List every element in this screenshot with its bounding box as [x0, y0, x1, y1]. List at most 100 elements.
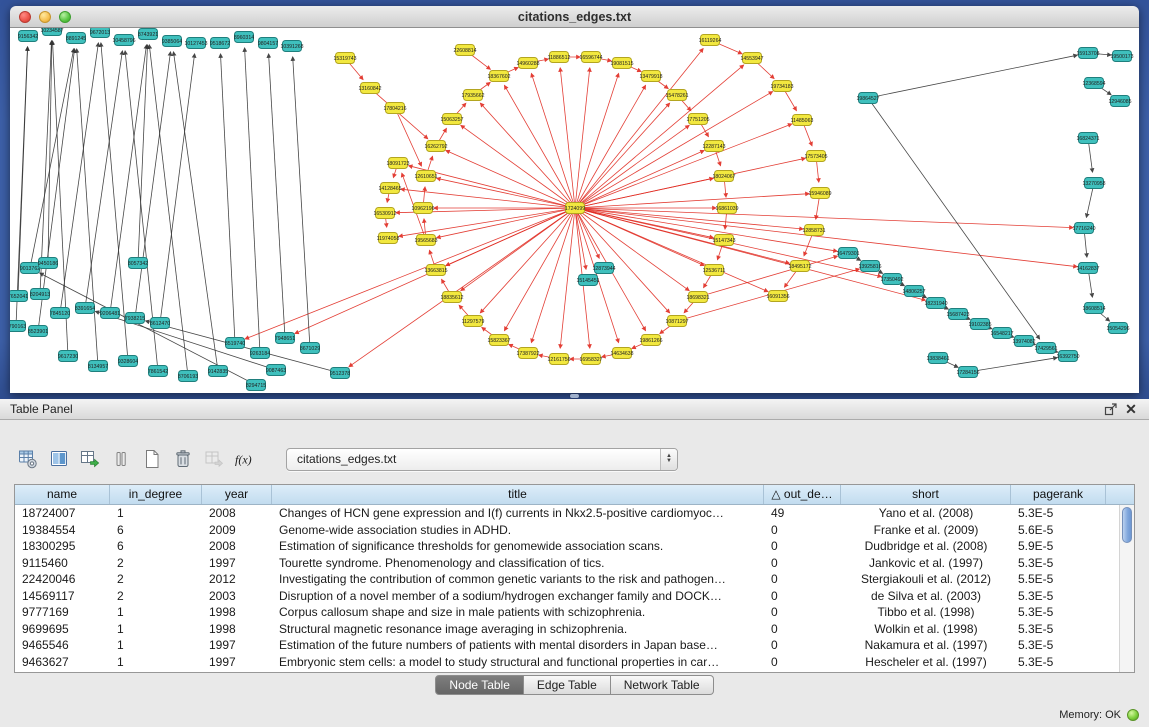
graph-node[interactable]: 12946085: [1108, 96, 1131, 107]
graph-node[interactable]: 18495172: [788, 261, 811, 272]
graph-node[interactable]: 19500173: [1110, 51, 1133, 62]
graph-node[interactable]: 19081515: [610, 58, 633, 69]
graph-node[interactable]: 9512378: [330, 368, 350, 379]
graph-node[interactable]: 13974082: [1012, 336, 1035, 347]
graph-node[interactable]: 17716240: [1072, 223, 1095, 234]
graph-node[interactable]: 18608514: [1082, 303, 1105, 314]
tab-edge-table[interactable]: Edge Table: [524, 675, 611, 695]
graph-node[interactable]: 9156342: [18, 31, 38, 42]
table-row[interactable]: 911546021997Tourette syndrome. Phenomeno…: [15, 555, 1119, 572]
table-row[interactable]: 2242004622012Investigating the contribut…: [15, 571, 1119, 588]
graph-node[interactable]: 15319743: [333, 53, 356, 64]
graph-node[interactable]: 8294715: [246, 380, 266, 391]
graph-node[interactable]: 7938215: [125, 313, 145, 324]
graph-node[interactable]: 17935662: [461, 90, 484, 101]
graph-node[interactable]: 10391268: [280, 41, 303, 52]
graph-node[interactable]: 10871297: [665, 316, 688, 327]
graph-node[interactable]: 9804157: [258, 38, 278, 49]
network-view-window[interactable]: citations_edges.txt 1724099 16861039 151…: [10, 6, 1139, 393]
graph-node[interactable]: 8057342: [128, 258, 148, 269]
table-row[interactable]: 1830029562008Estimation of significance …: [15, 538, 1119, 555]
graph-node[interactable]: 18367602: [487, 71, 510, 82]
column-header-pagerank[interactable]: pagerank: [1011, 485, 1106, 504]
graph-node[interactable]: 16479301: [836, 248, 859, 259]
graph-node[interactable]: 16119264: [699, 35, 722, 46]
graph-node[interactable]: 11886512: [548, 52, 571, 63]
graph-node[interactable]: 9263184: [250, 348, 270, 359]
graph-node[interactable]: 12610651: [414, 171, 437, 182]
graph-node[interactable]: 16091356: [766, 291, 789, 302]
graph-node[interactable]: 8391654: [75, 303, 95, 314]
combo-stepper-icon[interactable]: ▲▼: [660, 449, 677, 470]
graph-node[interactable]: 16530912: [373, 208, 396, 219]
minimize-window-button[interactable]: [39, 11, 51, 23]
close-panel-icon[interactable]: ✕: [1121, 400, 1141, 418]
show-columns-icon[interactable]: [47, 447, 71, 471]
graph-node[interactable]: 18091723: [386, 158, 409, 169]
window-titlebar[interactable]: citations_edges.txt: [10, 6, 1139, 28]
table-row[interactable]: 1872400712008Changes of HCN gene express…: [15, 505, 1119, 522]
graph-node[interactable]: 13838461: [926, 353, 949, 364]
graph-node[interactable]: 11974058: [377, 233, 400, 244]
graph-node[interactable]: 12287143: [702, 141, 725, 152]
graph-node[interactable]: 12536711: [703, 265, 726, 276]
graph-node[interactable]: 14162837: [1076, 263, 1099, 274]
graph-node[interactable]: 7652041: [10, 291, 28, 302]
graph-node[interactable]: 15145451: [576, 275, 599, 286]
graph-node[interactable]: 7948651: [275, 333, 295, 344]
tab-node-table[interactable]: Node Table: [435, 675, 524, 695]
graph-node[interactable]: 1724099: [565, 203, 585, 214]
column-header-short[interactable]: short: [841, 485, 1011, 504]
graph-node[interactable]: 8891245: [66, 33, 86, 44]
graph-node[interactable]: 14128465: [378, 183, 401, 194]
graph-node[interactable]: 15478261: [665, 90, 688, 101]
table-row[interactable]: 946362711997Embryonic stem cells: a mode…: [15, 654, 1119, 671]
graph-node[interactable]: 17751205: [686, 114, 709, 125]
graph-node[interactable]: 18024067: [712, 171, 735, 182]
network-canvas[interactable]: 1724099 16861039 15147343 12536711 18698…: [10, 28, 1139, 393]
pane-divider-handle[interactable]: [570, 394, 579, 398]
graph-node[interactable]: 19861266: [639, 335, 662, 346]
graph-node[interactable]: 9087463: [266, 365, 286, 376]
graph-node[interactable]: 15823367: [487, 335, 510, 346]
graph-node[interactable]: 9617230: [58, 351, 78, 362]
float-panel-icon[interactable]: [1101, 400, 1121, 418]
graph-node[interactable]: 12873944: [592, 263, 615, 274]
graph-node[interactable]: 14553947: [740, 53, 763, 64]
graph-node[interactable]: 8523901: [28, 326, 48, 337]
column-header-out_degree[interactable]: △ out_de…: [764, 485, 841, 504]
graph-node[interactable]: 8612470: [150, 318, 170, 329]
close-window-button[interactable]: [19, 11, 31, 23]
graph-node[interactable]: 16392750: [1056, 351, 1079, 362]
graph-node[interactable]: 9328604: [118, 356, 138, 367]
graph-node[interactable]: 12368594: [1082, 78, 1105, 89]
graph-node[interactable]: 9142835: [208, 366, 228, 377]
create-column-icon[interactable]: [140, 447, 164, 471]
graph-node[interactable]: 17804216: [383, 103, 406, 114]
graph-node[interactable]: 19565683: [414, 235, 437, 246]
function-builder-icon[interactable]: f(x): [233, 447, 257, 471]
graph-node[interactable]: 18231940: [924, 298, 947, 309]
graph-node[interactable]: 8204913: [30, 289, 50, 300]
graph-node[interactable]: 11485063: [791, 115, 814, 126]
graph-node[interactable]: 9206481: [100, 308, 120, 319]
graph-node[interactable]: 8519740: [225, 338, 245, 349]
graph-node[interactable]: 16958327: [579, 354, 602, 365]
graph-node[interactable]: 14960288: [516, 58, 539, 69]
graph-node[interactable]: 17387922: [516, 348, 539, 359]
graph-node[interactable]: 13925816: [858, 261, 881, 272]
network-table-selector[interactable]: citations_edges.txt ▲▼: [286, 448, 678, 471]
graph-node[interactable]: 8671029: [300, 343, 320, 354]
import-table-icon[interactable]: [202, 447, 226, 471]
edit-table-icon[interactable]: [78, 447, 102, 471]
table-row[interactable]: 946554611997Estimation of the future num…: [15, 637, 1119, 654]
graph-node[interactable]: 10234587: [40, 28, 63, 36]
graph-node[interactable]: 16861039: [715, 203, 738, 214]
graph-node[interactable]: 16548217: [990, 328, 1013, 339]
graph-node[interactable]: 8960314: [234, 32, 254, 43]
table-row[interactable]: 1456911722003Disruption of a novel membe…: [15, 588, 1119, 605]
graph-node[interactable]: 17350492: [880, 274, 903, 285]
graph-node[interactable]: 17284156: [956, 367, 979, 378]
graph-node[interactable]: 16824371: [1076, 133, 1099, 144]
column-header-title[interactable]: title: [272, 485, 764, 504]
